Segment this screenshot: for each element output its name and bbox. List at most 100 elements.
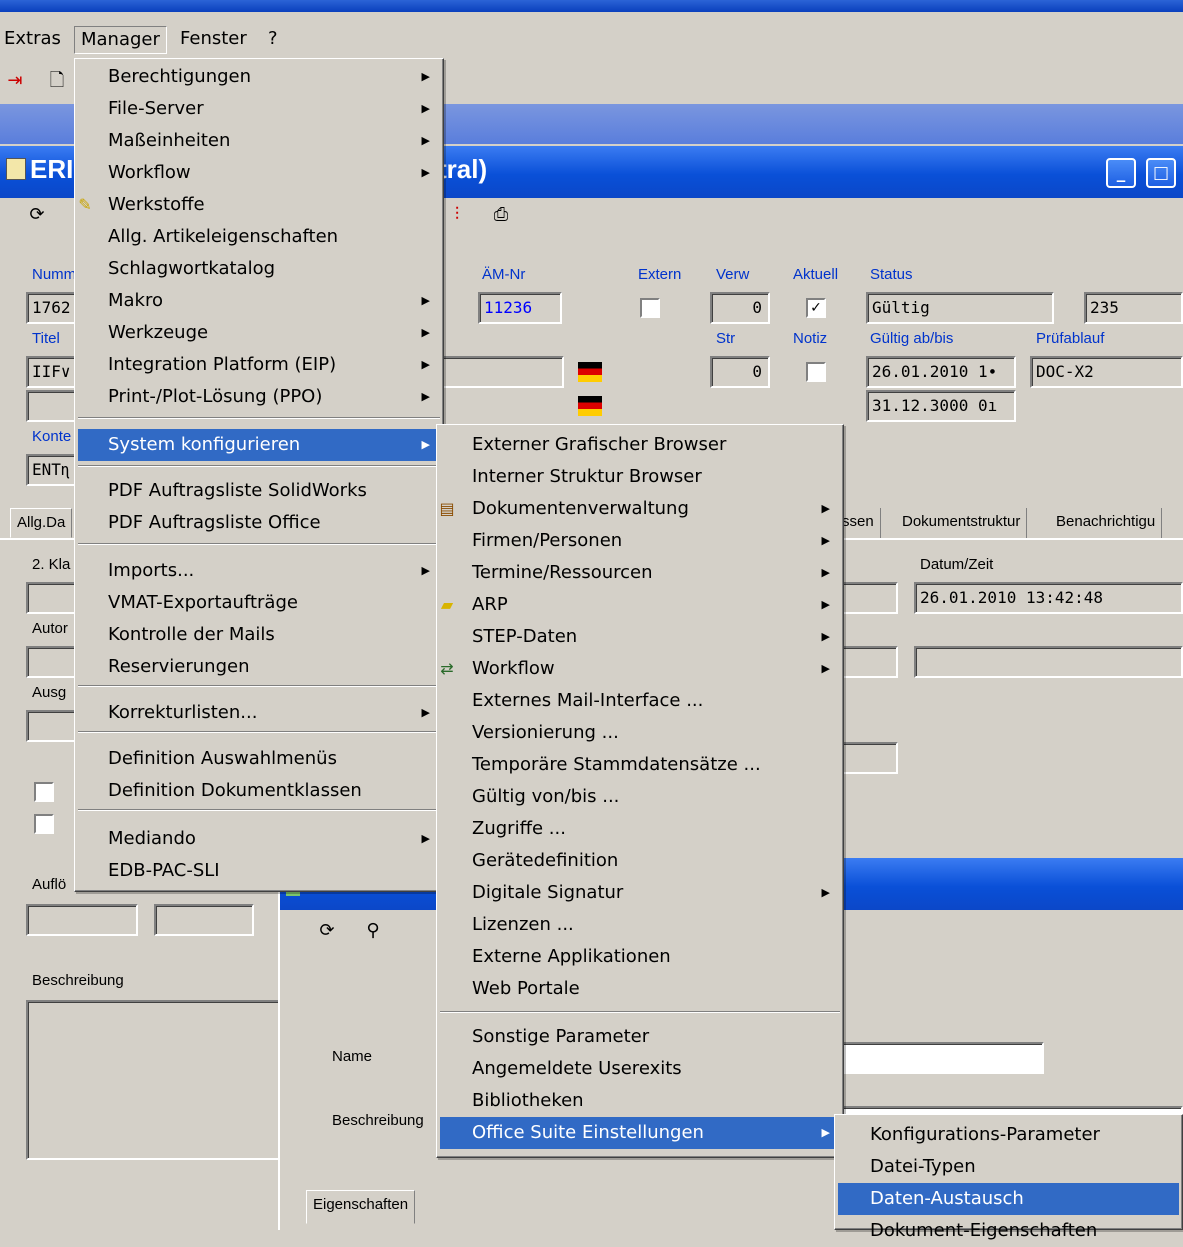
datum-zeit-field[interactable]: 26.01.2010 13:42:48 (914, 582, 1183, 614)
manager-menu-item[interactable]: Werkzeuge ▶ (78, 317, 440, 349)
aufloesung-field-1[interactable] (26, 904, 138, 936)
autor-date-field[interactable] (914, 646, 1183, 678)
tab-dokumentstruktur[interactable]: Dokumentstruktur (896, 508, 1028, 538)
aktuell-checkbox[interactable]: ✓ (806, 298, 826, 318)
maximize-button[interactable]: □ (1146, 158, 1176, 188)
manager-menu-item[interactable]: Reservierungen (78, 651, 440, 683)
office-menu-item[interactable]: Datei-Typen (838, 1151, 1179, 1183)
menu-item-label: Office Suite Einstellungen (472, 1122, 704, 1143)
beschreibung-textarea[interactable] (26, 1000, 280, 1160)
str-field[interactable]: 0 (710, 356, 770, 388)
minimize-button[interactable]: _ (1106, 158, 1136, 188)
system-menu-item[interactable]: Digitale Signatur ▶ (440, 877, 840, 909)
label-notiz: Notiz (793, 330, 828, 347)
submenu-arrow-icon: ▶ (821, 662, 830, 675)
print-icon[interactable]: ⎙ (490, 204, 512, 226)
submenu-arrow-icon: ▶ (821, 886, 830, 899)
manager-menu-item[interactable]: File-Server ▶ (78, 93, 440, 125)
system-menu-item[interactable]: ▰ ARP ▶ (440, 589, 840, 621)
name-field[interactable] (836, 1042, 1044, 1074)
manager-menu-item[interactable]: Schlagwortkatalog (78, 253, 440, 285)
system-menu-item[interactable]: Lizenzen ... (440, 909, 840, 941)
notiz-checkbox[interactable] (806, 362, 826, 382)
manager-menu-item[interactable]: PDF Auftragsliste Office (78, 507, 440, 539)
manager-menu-item[interactable]: Makro ▶ (78, 285, 440, 317)
manager-menu-item[interactable]: Kontrolle der Mails (78, 619, 440, 651)
manager-menu-item[interactable]: PDF Auftragsliste SolidWorks (78, 475, 440, 507)
system-menu-item[interactable]: Angemeldete Userexits (440, 1053, 840, 1085)
verw-field[interactable]: 0 (710, 292, 770, 324)
manager-menu-item[interactable]: Allg. Artikeleigenschaften (78, 221, 440, 253)
tab-allgemein[interactable]: Allg.Da (10, 508, 73, 538)
manager-menu-item[interactable]: Mediando ▶ (78, 823, 440, 855)
gueltig-bis-field[interactable]: 31.12.3000 0ı (866, 390, 1016, 422)
menu-item-label: System konfigurieren (108, 434, 301, 455)
status-field[interactable]: Gültig (866, 292, 1054, 324)
exit-icon[interactable]: ⇥ (4, 70, 26, 92)
menu-help[interactable]: ? (262, 26, 284, 54)
menu-manager[interactable]: Manager (74, 26, 167, 54)
titel-field-tail[interactable] (440, 356, 564, 388)
manager-menu-item[interactable]: Maßeinheiten ▶ (78, 125, 440, 157)
pruefablauf-field[interactable]: DOC-X2 (1030, 356, 1183, 388)
manager-menu-item[interactable]: Print-/Plot-Lösung (PPO) ▶ (78, 381, 440, 413)
system-menu-item[interactable]: Zugriffe ... (440, 813, 840, 845)
manager-menu-item[interactable]: Integration Platform (EIP) ▶ (78, 349, 440, 381)
tab-benachrichtigung[interactable]: Benachrichtigu (1050, 508, 1163, 538)
aem-nr-field[interactable]: 11236 (478, 292, 562, 324)
system-menu-item[interactable]: Gültig von/bis ... (440, 781, 840, 813)
system-menu-item[interactable]: ▤ Dokumentenverwaltung ▶ (439, 493, 840, 525)
menu-extras[interactable]: Extras (0, 26, 67, 54)
aufloesung-field-2[interactable] (154, 904, 254, 936)
manager-menu-item[interactable]: Berechtigungen ▶ (78, 61, 440, 93)
option-checkbox-2[interactable] (34, 814, 54, 834)
manager-menu-item[interactable]: System konfigurieren ▶ (78, 429, 440, 461)
system-menu-item[interactable]: Termine/Ressourcen ▶ (440, 557, 840, 589)
manager-menu-item[interactable]: Definition Dokumentklassen (78, 775, 440, 807)
system-menu-item[interactable]: Sonstige Parameter (440, 1021, 840, 1053)
structure-icon[interactable]: ⫶ (446, 204, 468, 226)
refresh-icon[interactable]: ⟳ (26, 204, 48, 226)
system-menu-item[interactable]: Versionierung ... (440, 717, 840, 749)
system-konfigurieren-submenu: Externer Grafischer Browser Interner Stru… (436, 424, 844, 1158)
tab-eigenschaften[interactable]: Eigenschaften (306, 1190, 416, 1224)
system-menu-item[interactable]: Interner Struktur Browser (440, 461, 840, 493)
system-menu-item[interactable]: Web Portale (440, 973, 840, 1005)
status-code-field[interactable]: 235 (1084, 292, 1183, 324)
system-menu-item[interactable]: Bibliotheken (440, 1085, 840, 1117)
manager-menu-item[interactable]: VMAT-Exportaufträge (78, 587, 440, 619)
menu-separator (78, 417, 440, 419)
menu-item-label: Schlagwortkatalog (108, 258, 276, 279)
system-menu-item[interactable]: Temporäre Stammdatensätze ... (440, 749, 840, 781)
office-menu-item[interactable]: Daten-Austausch (838, 1183, 1179, 1215)
system-menu-item[interactable]: Externer Grafischer Browser (440, 429, 840, 461)
system-menu-item[interactable]: Gerätedefinition (440, 845, 840, 877)
extern-checkbox[interactable] (640, 298, 660, 318)
manager-menu-item[interactable]: EDB-PAC-SLI (78, 855, 440, 887)
refresh-icon[interactable]: ⟳ (316, 920, 338, 942)
manager-menu-item[interactable]: Definition Auswahlmenüs (78, 743, 440, 775)
office-menu-item[interactable]: Dokument-Eigenschaften (838, 1215, 1179, 1247)
german-flag-icon[interactable] (578, 362, 602, 382)
label-nummer: Numm (32, 266, 77, 283)
manager-menu-item[interactable]: Korrekturlisten... ▶ (78, 697, 440, 729)
option-checkbox-1[interactable] (34, 782, 54, 802)
manager-menu-item[interactable]: Workflow ▶ (78, 157, 440, 189)
system-menu-item[interactable]: Firmen/Personen ▶ (440, 525, 840, 557)
label-aufloesung: Auflö (32, 876, 67, 893)
new-document-icon[interactable]: 🗋 (46, 70, 68, 92)
pencil-icon: ✎ (78, 195, 92, 214)
gueltig-ab-field[interactable]: 26.01.2010 1∙ (866, 356, 1016, 388)
system-menu-item[interactable]: Externe Applikationen (440, 941, 840, 973)
binoculars-icon[interactable]: ⚲ (362, 920, 384, 942)
manager-menu-item[interactable]: ✎ Werkstoffe (78, 189, 440, 221)
menu-item-label: Definition Auswahlmenüs (108, 748, 337, 769)
system-menu-item[interactable]: Office Suite Einstellungen ▶ (440, 1117, 840, 1149)
system-menu-item[interactable]: STEP-Daten ▶ (440, 621, 840, 653)
system-menu-item[interactable]: Externes Mail-Interface ... (440, 685, 840, 717)
office-menu-item[interactable]: Konfigurations-Parameter (838, 1119, 1179, 1151)
german-flag-icon[interactable] (578, 396, 602, 416)
menu-fenster[interactable]: Fenster (174, 26, 253, 54)
manager-menu-item[interactable]: Imports... ▶ (78, 555, 440, 587)
system-menu-item[interactable]: ⇄ Workflow ▶ (440, 653, 840, 685)
